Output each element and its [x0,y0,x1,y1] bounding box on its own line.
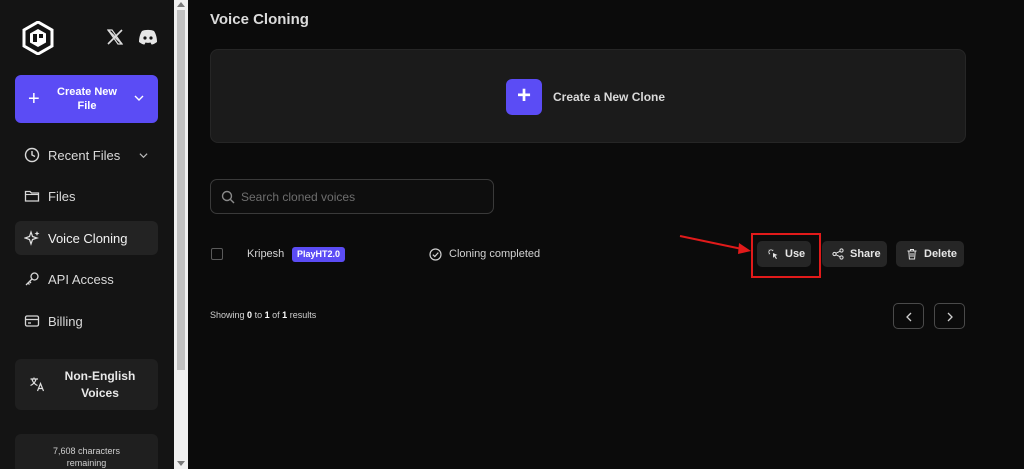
model-badge: PlayHT2.0 [292,247,346,262]
page-title: Voice Cloning [210,11,309,28]
pointer-click-icon [768,249,778,259]
delete-button[interactable]: Delete [896,241,964,267]
results-summary: Showing 0 to 1 of 1 results [210,310,316,320]
results-from: 0 [247,310,253,320]
scrollbar-thumb[interactable] [177,10,185,370]
delete-label: Delete [924,248,958,260]
trash-icon [907,249,917,260]
card-icon [24,315,40,327]
chevron-down-icon[interactable] [139,151,148,160]
x-twitter-icon[interactable] [106,28,124,46]
key-icon [25,272,39,286]
sparkles-icon [24,230,40,246]
use-label: Use [785,248,806,260]
characters-suffix: remaining [66,458,107,468]
search-box [210,179,494,214]
chevron-right-icon [947,312,953,322]
plus-icon: + [28,88,40,110]
previous-page-button[interactable] [893,303,924,329]
sidebar-item-label: Voice Cloning [48,230,128,246]
annotation-arrow-icon [679,235,751,254]
sidebar-item-label: Recent Files [48,147,121,163]
sidebar-item-files[interactable]: Files [15,179,158,213]
row-checkbox[interactable] [211,248,223,260]
results-prefix: Showing [210,310,245,320]
sidebar-item-api-access[interactable]: API Access [15,262,158,296]
create-new-clone-card[interactable]: + Create a New Clone [210,49,966,143]
create-new-clone-label: Create a New Clone [553,90,666,104]
characters-remaining: 7,608 characters remaining [15,434,158,469]
sidebar-item-label: Billing [48,313,83,329]
chevron-left-icon [906,312,912,322]
create-new-file-button[interactable]: + Create New File [15,75,158,123]
results-suffix: results [289,310,317,320]
sidebar-item-label: API Access [48,271,114,287]
results-to: 1 [264,310,270,320]
results-total: 1 [282,310,288,320]
results-to-word: to [254,310,263,320]
sidebar-item-billing[interactable]: Billing [15,304,158,338]
non-english-voices-label: Non-English Voices [64,369,136,400]
next-page-button[interactable] [934,303,965,329]
chevron-down-icon[interactable] [134,93,144,103]
scroll-up-arrow-icon[interactable] [177,1,185,7]
results-of-word: of [272,310,280,320]
logo-icon[interactable] [22,21,54,55]
share-label: Share [850,248,881,260]
status-text: Cloning completed [449,248,541,260]
folder-icon [24,190,40,202]
discord-icon[interactable] [138,28,158,46]
non-english-voices-button[interactable]: Non-English Voices [15,359,158,410]
search-icon [221,190,235,204]
check-circle-icon [429,248,442,261]
translate-icon [30,377,45,392]
sidebar-item-label: Files [48,188,76,204]
share-button[interactable]: Share [822,241,887,267]
clock-icon [24,147,40,163]
search-input[interactable] [241,188,481,206]
create-new-file-label: Create New File [57,86,117,112]
use-button[interactable]: Use [757,241,811,267]
voice-name: Kripesh [247,248,285,260]
sidebar-scrollbar[interactable] [174,0,188,469]
sidebar: + Create New File Recent Files Files Voi… [0,0,174,469]
share-icon [832,248,844,260]
sidebar-item-recent-files[interactable]: Recent Files [15,138,158,172]
sidebar-item-voice-cloning[interactable]: Voice Cloning [15,221,158,255]
plus-icon: + [506,79,542,115]
scroll-down-arrow-icon[interactable] [177,461,185,467]
characters-count: 7,608 characters [52,446,121,456]
